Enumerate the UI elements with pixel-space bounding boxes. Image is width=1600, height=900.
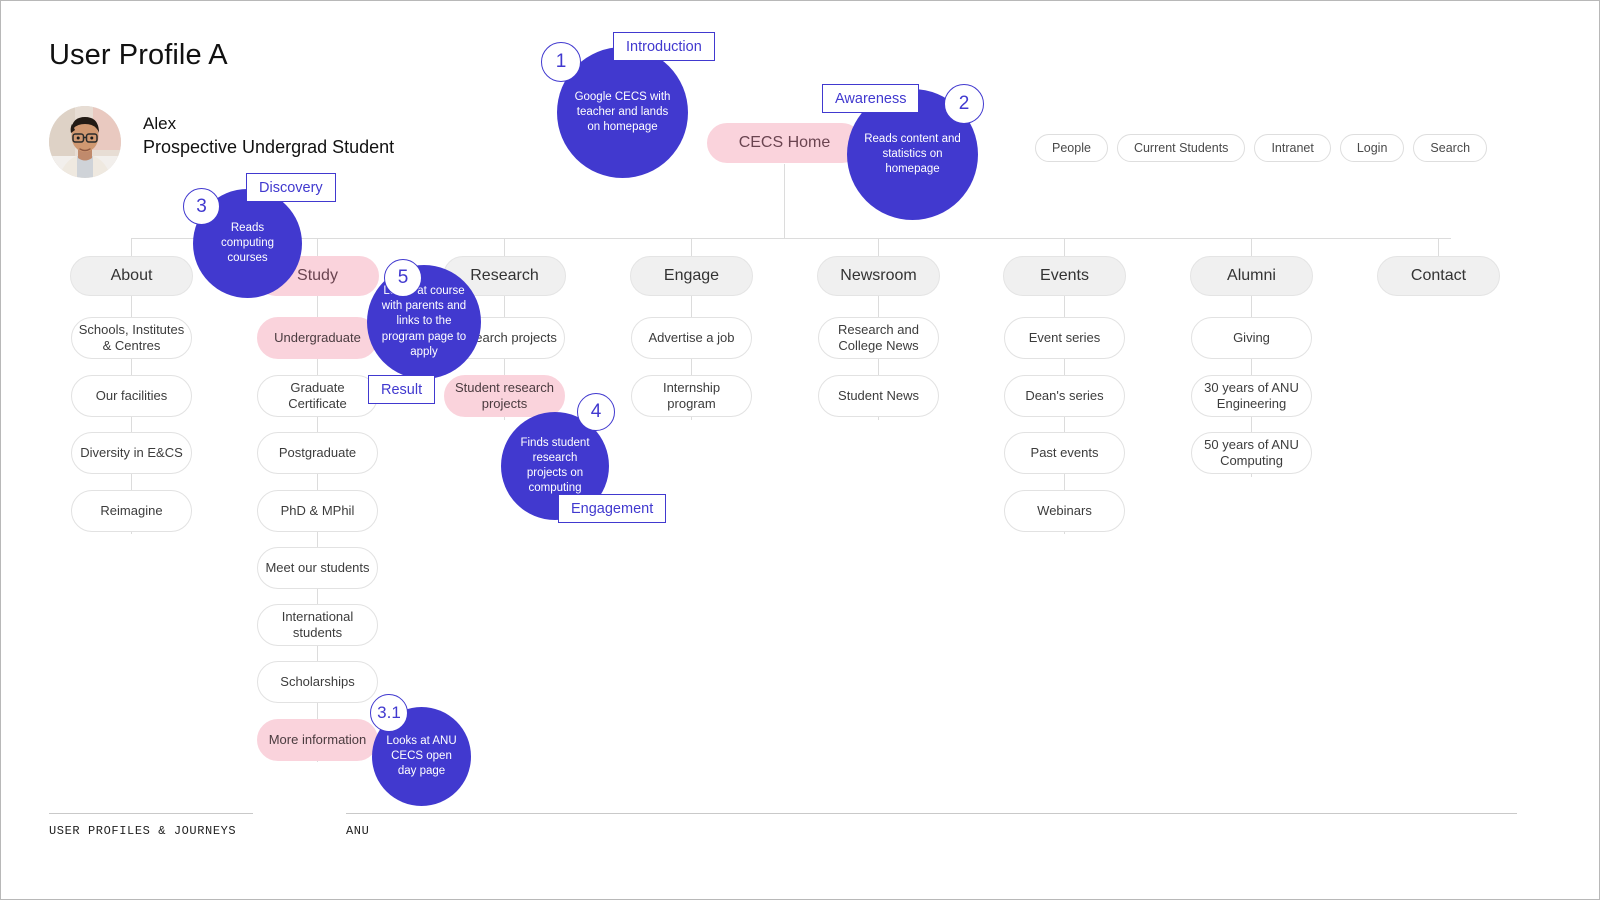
nav-subnode-scholarships[interactable]: Scholarships (257, 661, 378, 703)
connector-bus-study (317, 238, 318, 258)
nav-subnode-past-events[interactable]: Past events (1004, 432, 1125, 474)
nav-subnode-event-series[interactable]: Event series (1004, 317, 1125, 359)
journey-map-canvas: User Profile A Alex Prospective Undergra… (0, 0, 1600, 900)
persona-name: Alex (143, 114, 177, 133)
nav-node-alumni[interactable]: Alumni (1190, 256, 1313, 296)
nav-subnode-30-years-anu-engineering[interactable]: 30 years of ANU Engineering (1191, 375, 1312, 417)
stage-label-awareness: Awareness (822, 84, 920, 113)
connector-bus-about (131, 238, 132, 258)
nav-node-contact[interactable]: Contact (1377, 256, 1500, 296)
nav-subnode-graduate-certificate[interactable]: Graduate Certificate (257, 375, 378, 417)
connector-bus-research (504, 238, 505, 258)
utility-nav-item-intranet[interactable]: Intranet (1254, 134, 1331, 162)
persona-role: Prospective Undergrad Student (143, 137, 395, 158)
journey-badge-3-1: 3.1 (370, 694, 408, 732)
connector-bus-engage (691, 238, 692, 258)
page-title: User Profile A (49, 39, 228, 71)
nav-subnode-phd-mphil[interactable]: PhD & MPhil (257, 490, 378, 532)
nav-subnode-schools-institutes-centres[interactable]: Schools, Institutes & Centres (71, 317, 192, 359)
footer-label-left: USER PROFILES & JOURNEYS (49, 824, 237, 838)
nav-subnode-postgraduate[interactable]: Postgraduate (257, 432, 378, 474)
nav-subnode-student-research-projects[interactable]: Student research projects (444, 375, 565, 417)
utility-nav: People Current Students Intranet Login S… (1035, 134, 1488, 162)
persona-info: Alex Prospective Undergrad Student (143, 112, 394, 160)
connector-main-bus (131, 238, 1451, 239)
nav-node-cecs-home[interactable]: CECS Home (707, 123, 862, 163)
footer-rule-left (49, 813, 253, 814)
nav-node-newsroom[interactable]: Newsroom (817, 256, 940, 296)
connector-bus-contact (1438, 238, 1439, 258)
connector-bus-events (1064, 238, 1065, 258)
stage-label-result: Result (368, 375, 436, 404)
connector-bus-newsroom (878, 238, 879, 258)
journey-badge-4: 4 (577, 393, 615, 431)
nav-subnode-advertise-a-job[interactable]: Advertise a job (631, 317, 752, 359)
utility-nav-item-login[interactable]: Login (1339, 134, 1405, 162)
footer-rule-right (346, 813, 1517, 814)
nav-subnode-more-information[interactable]: More information (257, 719, 378, 761)
utility-nav-item-current-students[interactable]: Current Students (1116, 134, 1246, 162)
nav-subnode-research-and-college-news[interactable]: Research and College News (818, 317, 939, 359)
nav-subnode-deans-series[interactable]: Dean's series (1004, 375, 1125, 417)
nav-subnode-meet-our-students[interactable]: Meet our students (257, 547, 378, 589)
nav-node-about[interactable]: About (70, 256, 193, 296)
journey-badge-1: 1 (541, 42, 581, 82)
connector-root-vertical (784, 164, 785, 238)
nav-subnode-giving[interactable]: Giving (1191, 317, 1312, 359)
stage-label-engagement: Engagement (558, 494, 667, 523)
nav-subnode-internship-program[interactable]: Internship program (631, 375, 752, 417)
nav-subnode-international-students[interactable]: International students (257, 604, 378, 646)
journey-badge-5: 5 (384, 259, 422, 297)
nav-subnode-webinars[interactable]: Webinars (1004, 490, 1125, 532)
stage-label-discovery: Discovery (246, 173, 336, 202)
avatar (49, 106, 121, 178)
nav-subnode-undergraduate[interactable]: Undergraduate (257, 317, 378, 359)
nav-node-events[interactable]: Events (1003, 256, 1126, 296)
footer-label-right: ANU (346, 824, 370, 838)
nav-subnode-50-years-anu-computing[interactable]: 50 years of ANU Computing (1191, 432, 1312, 474)
journey-badge-2: 2 (944, 84, 984, 124)
nav-node-engage[interactable]: Engage (630, 256, 753, 296)
nav-subnode-diversity-in-ecs[interactable]: Diversity in E&CS (71, 432, 192, 474)
nav-subnode-our-facilities[interactable]: Our facilities (71, 375, 192, 417)
journey-badge-3: 3 (183, 188, 220, 225)
utility-nav-item-people[interactable]: People (1035, 134, 1108, 162)
connector-bus-alumni (1251, 238, 1252, 258)
nav-subnode-reimagine[interactable]: Reimagine (71, 490, 192, 532)
stage-label-introduction: Introduction (613, 32, 715, 61)
utility-nav-item-search[interactable]: Search (1413, 134, 1488, 162)
nav-subnode-student-news[interactable]: Student News (818, 375, 939, 417)
person-photo-avatar-icon (49, 106, 121, 178)
